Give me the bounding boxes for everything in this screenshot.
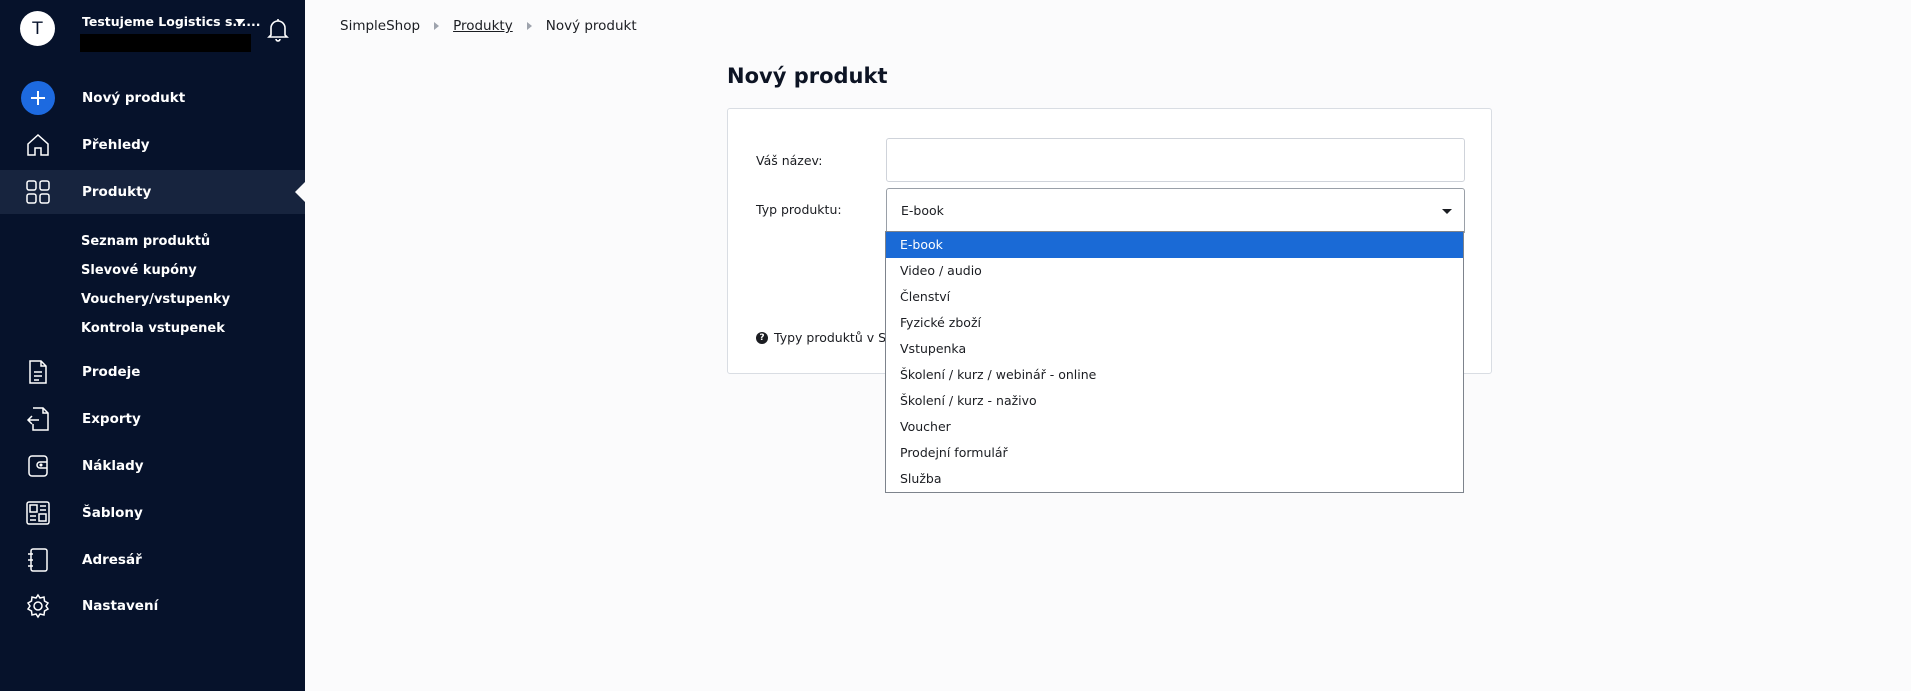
sidebar-item-produkty[interactable]: Produkty: [0, 170, 305, 214]
account-name: Testujeme Logistics s.r....: [82, 14, 261, 29]
sidebar-item-sablony[interactable]: Šablony: [0, 491, 305, 535]
sidebar-item-exporty[interactable]: Exporty: [0, 397, 305, 441]
name-label: Váš název:: [756, 153, 823, 168]
sidebar-subitem-kontrola-vstupenek[interactable]: Kontrola vstupenek: [81, 321, 225, 336]
avatar: T: [20, 11, 55, 46]
chevron-down-icon: [235, 19, 245, 25]
caret-down-icon: [1442, 209, 1452, 214]
name-input[interactable]: [886, 138, 1465, 182]
sidebar: T Testujeme Logistics s.r.... Nový produ…: [0, 0, 305, 691]
breadcrumb-simpleshop[interactable]: SimpleShop: [340, 18, 420, 34]
sidebar-item-prehledy[interactable]: Přehledy: [0, 123, 305, 167]
active-indicator: [295, 182, 305, 202]
template-icon: [25, 500, 51, 526]
address-book-icon: [25, 547, 51, 573]
option-clenstvi[interactable]: Členství: [886, 284, 1463, 310]
breadcrumb-produkty[interactable]: Produkty: [453, 18, 513, 34]
breadcrumb: SimpleShop Produkty Nový produkt: [340, 16, 637, 36]
gear-icon: [25, 593, 51, 619]
option-vstupenka[interactable]: Vstupenka: [886, 336, 1463, 362]
option-voucher[interactable]: Voucher: [886, 414, 1463, 440]
sidebar-item-label: Produkty: [82, 184, 152, 200]
option-skoleni-nazivo[interactable]: Školení / kurz - naživo: [886, 388, 1463, 414]
wallet-icon: [25, 453, 51, 479]
chevron-right-icon: [526, 22, 532, 30]
bell-icon[interactable]: [266, 17, 290, 43]
help-row: ? Typy produktů v Sir: [756, 330, 895, 345]
question-icon: ?: [756, 331, 768, 344]
option-ebook[interactable]: E-book: [886, 232, 1463, 258]
sidebar-new-product-label: Nový produkt: [82, 90, 186, 106]
home-icon: [25, 132, 51, 158]
sidebar-subitem-seznam-produktu[interactable]: Seznam produktů: [81, 234, 210, 249]
option-video-audio[interactable]: Video / audio: [886, 258, 1463, 284]
plus-icon: [21, 81, 55, 115]
export-icon: [25, 406, 51, 432]
sidebar-item-adresar[interactable]: Adresář: [0, 538, 305, 582]
help-link[interactable]: Typy produktů v Sir: [774, 330, 895, 345]
sidebar-item-label: Exporty: [82, 411, 141, 427]
sidebar-subitem-vouchery[interactable]: Vouchery/vstupenky: [81, 292, 230, 307]
sidebar-item-naklady[interactable]: Náklady: [0, 444, 305, 488]
option-fyzicke-zbozi[interactable]: Fyzické zboží: [886, 310, 1463, 336]
page-title: Nový produkt: [727, 64, 888, 88]
grid-icon: [25, 179, 51, 205]
sidebar-item-label: Prodeje: [82, 364, 141, 380]
option-sluzba[interactable]: Služba: [886, 466, 1463, 492]
account-switcher[interactable]: T Testujeme Logistics s.r....: [20, 11, 300, 59]
sidebar-item-label: Přehledy: [82, 137, 150, 153]
sidebar-item-nastaveni[interactable]: Nastavení: [0, 584, 305, 628]
sidebar-subitem-slevove-kupony[interactable]: Slevové kupóny: [81, 263, 197, 278]
account-email-redacted: [80, 34, 251, 52]
sidebar-item-prodeje[interactable]: Prodeje: [0, 350, 305, 394]
sidebar-new-product[interactable]: Nový produkt: [0, 76, 305, 120]
sidebar-item-label: Náklady: [82, 458, 144, 474]
document-icon: [25, 359, 51, 385]
breadcrumb-current: Nový produkt: [545, 18, 637, 34]
type-label: Typ produktu:: [756, 202, 842, 217]
option-skoleni-online[interactable]: Školení / kurz / webinář - online: [886, 362, 1463, 388]
chevron-right-icon: [434, 22, 440, 30]
sidebar-item-label: Nastavení: [82, 598, 159, 614]
select-value: E-book: [901, 203, 944, 218]
product-type-options: E-book Video / audio Členství Fyzické zb…: [885, 231, 1464, 493]
product-type-select[interactable]: E-book: [886, 188, 1465, 233]
sidebar-item-label: Šablony: [82, 505, 143, 521]
option-prodejni-formular[interactable]: Prodejní formulář: [886, 440, 1463, 466]
sidebar-item-label: Adresář: [82, 552, 142, 568]
